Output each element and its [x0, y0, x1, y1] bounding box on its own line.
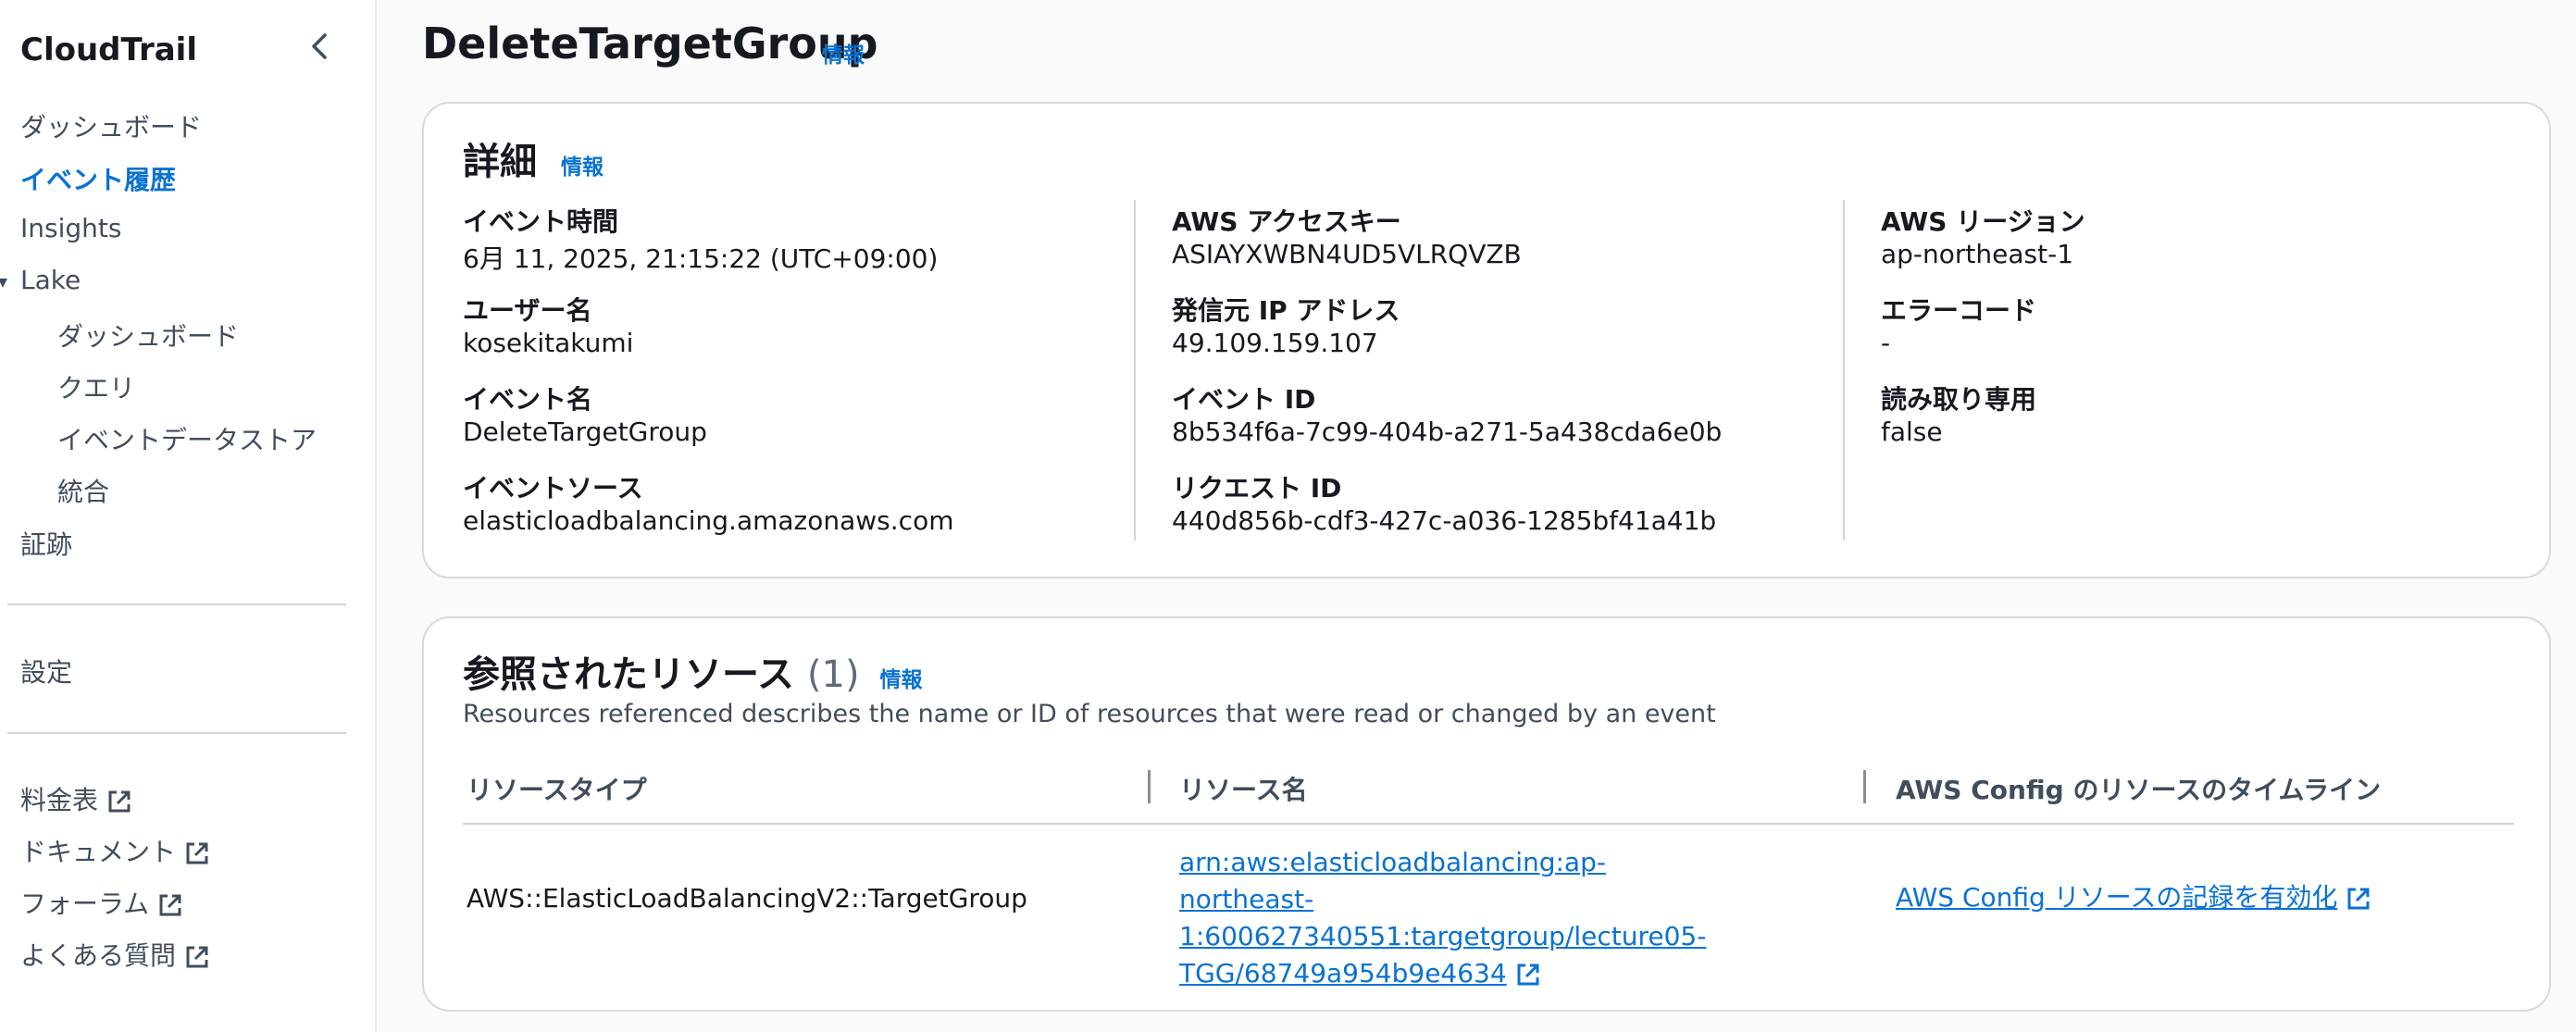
source-ip-label: 発信元 IP アドレス [1172, 295, 1400, 326]
resources-info-link[interactable]: 情報 [880, 668, 923, 692]
sidebar-item-pricing[interactable]: 料金表 [20, 780, 133, 817]
column-header-resource-name[interactable]: リソース名 [1179, 770, 1308, 807]
details-heading: 詳細 情報 [463, 131, 604, 185]
sidebar-item-trails[interactable]: 証跡 [20, 525, 72, 562]
read-only-label: 読み取り専用 [1881, 384, 2037, 415]
sidebar-divider [7, 732, 346, 734]
request-id-value: 440d856b-cdf3-427c-a036-1285bf41a41b [1172, 505, 1717, 536]
sidebar-item-label: 料金表 [20, 785, 99, 815]
error-code-label: エラーコード [1881, 295, 2037, 326]
external-link-icon [186, 946, 208, 968]
resources-heading: 参照されたリソース (1) 情報 [463, 644, 923, 698]
event-time-value: 6月 11, 2025, 21:15:22 (UTC+09:00) [463, 243, 939, 274]
resource-name-link[interactable]: arn:aws:elasticloadbalancing:ap-northeas… [1179, 844, 1735, 992]
access-key-label: AWS アクセスキー [1172, 206, 1401, 237]
event-name-label: イベント名 [463, 384, 593, 415]
sidebar-item-label: ドキュメント [20, 837, 177, 867]
sidebar-nav: CloudTrail ダッシュボード イベント履歴 Insights ▾ Lak… [0, 0, 377, 1032]
chevron-left-icon [312, 33, 327, 59]
resource-name-line: arn:aws:elasticloadbalancing:ap-northeas… [1179, 847, 1606, 914]
external-link-icon [1517, 964, 1539, 986]
sidebar-item-dashboard[interactable]: ダッシュボード [20, 107, 202, 144]
sidebar-item-lake-dashboard[interactable]: ダッシュボード [57, 317, 239, 354]
column-divider [1843, 200, 1845, 541]
details-info-link[interactable]: 情報 [561, 155, 604, 180]
sidebar-item-event-data-store[interactable]: イベントデータストア [57, 420, 317, 457]
resources-card: 参照されたリソース (1) 情報 Resources referenced de… [422, 616, 2551, 1012]
request-id-label: リクエスト ID [1172, 473, 1342, 504]
sidebar-item-forums[interactable]: フォーラム [20, 884, 184, 921]
column-header-resource-type[interactable]: リソースタイプ [467, 770, 647, 807]
event-source-label: イベントソース [463, 473, 643, 504]
page-title: DeleteTargetGroup [422, 19, 878, 68]
sidebar-divider [7, 603, 346, 605]
access-key-value: ASIAYXWBN4UD5VLRQVZB [1172, 239, 1522, 269]
resources-heading-text: 参照されたリソース [463, 653, 794, 696]
external-link-icon [159, 894, 181, 916]
resources-description: Resources referenced describes the name … [463, 700, 1716, 728]
external-link-icon [2347, 888, 2370, 910]
read-only-value: false [1881, 417, 1943, 447]
column-divider [1134, 200, 1136, 541]
event-name-value: DeleteTargetGroup [463, 417, 707, 447]
resource-name-line-text: TGG/68749a954b9e4634 [1179, 958, 1507, 988]
caret-down-icon[interactable]: ▾ [0, 270, 7, 292]
event-id-label: イベント ID [1172, 384, 1316, 415]
event-time-label: イベント時間 [463, 206, 619, 237]
details-heading-text: 詳細 [463, 141, 537, 183]
sidebar-item-faq[interactable]: よくある質問 [20, 936, 211, 973]
column-resizer[interactable] [1863, 770, 1866, 803]
event-id-value: 8b534f6a-7c99-404b-a271-5a438cda6e0b [1172, 417, 1723, 447]
region-label: AWS リージョン [1881, 206, 2085, 237]
column-header-config-timeline[interactable]: AWS Config のリソースのタイムライン [1896, 770, 2381, 807]
sidebar-item-lake[interactable]: Lake [20, 265, 81, 295]
sidebar-item-settings[interactable]: 設定 [20, 653, 72, 690]
sidebar-item-event-history[interactable]: イベント履歴 [20, 160, 176, 197]
enable-config-recording-text: AWS Config リソースの記録を有効化 [1896, 882, 2338, 913]
sidebar-title: CloudTrail [20, 31, 197, 68]
resource-type-cell: AWS::ElasticLoadBalancingV2::TargetGroup [467, 883, 1027, 914]
resource-name-line: TGG/68749a954b9e4634 [1179, 955, 1735, 992]
region-value: ap-northeast-1 [1881, 239, 2074, 269]
collapse-sidebar-button[interactable] [302, 28, 339, 65]
event-source-value: elasticloadbalancing.amazonaws.com [463, 505, 954, 536]
user-name-label: ユーザー名 [463, 295, 592, 326]
page-info-link[interactable]: 情報 [822, 37, 865, 68]
sidebar-item-label: よくある質問 [20, 940, 177, 971]
external-link-icon [186, 842, 208, 864]
resource-name-line: 1:600627340551:targetgroup/lecture05- [1179, 921, 1707, 951]
sidebar-item-query[interactable]: クエリ [57, 368, 135, 405]
sidebar-item-insights[interactable]: Insights [20, 213, 121, 243]
table-header-divider [463, 823, 2514, 825]
main-content: DeleteTargetGroup 情報 詳細 情報 イベント時間 6月 11,… [379, 0, 2576, 1032]
error-code-value: - [1881, 328, 1891, 358]
external-link-icon [108, 790, 131, 813]
user-name-value: kosekitakumi [463, 328, 634, 358]
sidebar-item-label: フォーラム [20, 889, 150, 919]
resources-count: (1) [806, 653, 860, 696]
source-ip-value: 49.109.159.107 [1172, 328, 1378, 358]
sidebar-item-integration[interactable]: 統合 [57, 472, 109, 509]
enable-config-recording-link[interactable]: AWS Config リソースの記録を有効化 [1896, 879, 2372, 916]
column-resizer[interactable] [1148, 770, 1151, 803]
sidebar-item-documentation[interactable]: ドキュメント [20, 832, 211, 869]
details-card: 詳細 情報 イベント時間 6月 11, 2025, 21:15:22 (UTC+… [422, 102, 2551, 578]
